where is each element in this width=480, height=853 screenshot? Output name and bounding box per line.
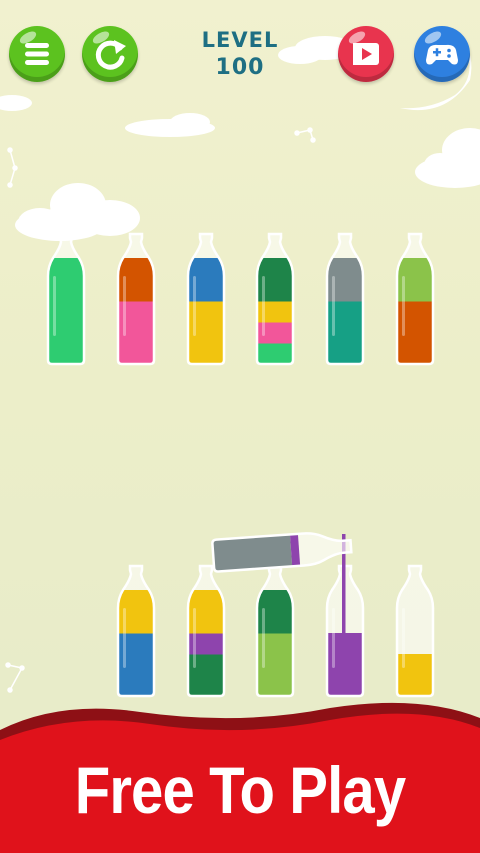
bottle-top-4[interactable]	[255, 232, 295, 366]
liquid-layer	[327, 322, 363, 344]
pouring-bottle	[211, 532, 353, 654]
bottle-bottom-5[interactable]	[395, 564, 435, 698]
liquid-layer	[397, 301, 433, 323]
liquid-layer	[48, 343, 84, 364]
video-icon	[353, 43, 379, 65]
liquid-layer	[188, 322, 224, 344]
menu-button[interactable]	[9, 26, 65, 82]
liquid-layer	[118, 322, 154, 344]
liquid-layer	[257, 301, 293, 323]
restart-icon	[95, 40, 126, 70]
liquid-layer	[118, 612, 154, 634]
liquid-layer	[397, 343, 433, 364]
liquid-layer	[257, 343, 293, 364]
liquid-layer	[397, 654, 433, 676]
liquid-layer	[118, 280, 154, 302]
menu-icon	[25, 43, 49, 65]
liquid-layer	[188, 280, 224, 302]
liquid-layer	[118, 633, 154, 655]
liquid-layer	[48, 301, 84, 323]
cloud-right	[415, 128, 480, 188]
liquid-layer	[118, 301, 154, 323]
banner-title: Free To Play	[74, 753, 406, 827]
cloud-topleft	[0, 95, 32, 111]
games-button[interactable]	[414, 26, 470, 82]
liquid-layer	[397, 280, 433, 302]
liquid-layer	[327, 280, 363, 302]
bottle-top-5[interactable]	[325, 232, 365, 366]
restart-button[interactable]	[82, 26, 138, 82]
liquid-layer	[327, 301, 363, 323]
level-number: 100	[215, 55, 265, 80]
liquid-layer	[327, 343, 363, 364]
liquid-layer	[188, 343, 224, 364]
bottle-top-2[interactable]	[116, 232, 156, 366]
bottle-top-1[interactable]	[46, 232, 86, 366]
liquid-layer	[118, 675, 154, 696]
liquid-layer	[397, 322, 433, 344]
liquid-layer	[188, 301, 224, 323]
bottle-top-6[interactable]	[395, 232, 435, 366]
bottle-top-3[interactable]	[186, 232, 226, 366]
video-button[interactable]	[338, 26, 394, 82]
liquid-layer	[257, 280, 293, 302]
liquid-layer	[118, 343, 154, 364]
level-indicator: LEVEL 100	[180, 26, 300, 82]
liquid-layer	[118, 654, 154, 676]
gamepad-icon	[426, 44, 458, 65]
liquid-layer	[48, 280, 84, 302]
liquid-layer	[397, 675, 433, 696]
liquid-layer	[48, 322, 84, 344]
bottle-bottom-1[interactable]	[116, 564, 156, 698]
liquid-layer	[257, 322, 293, 344]
cloud-mid-top	[125, 113, 215, 137]
level-label: LEVEL	[201, 28, 279, 52]
